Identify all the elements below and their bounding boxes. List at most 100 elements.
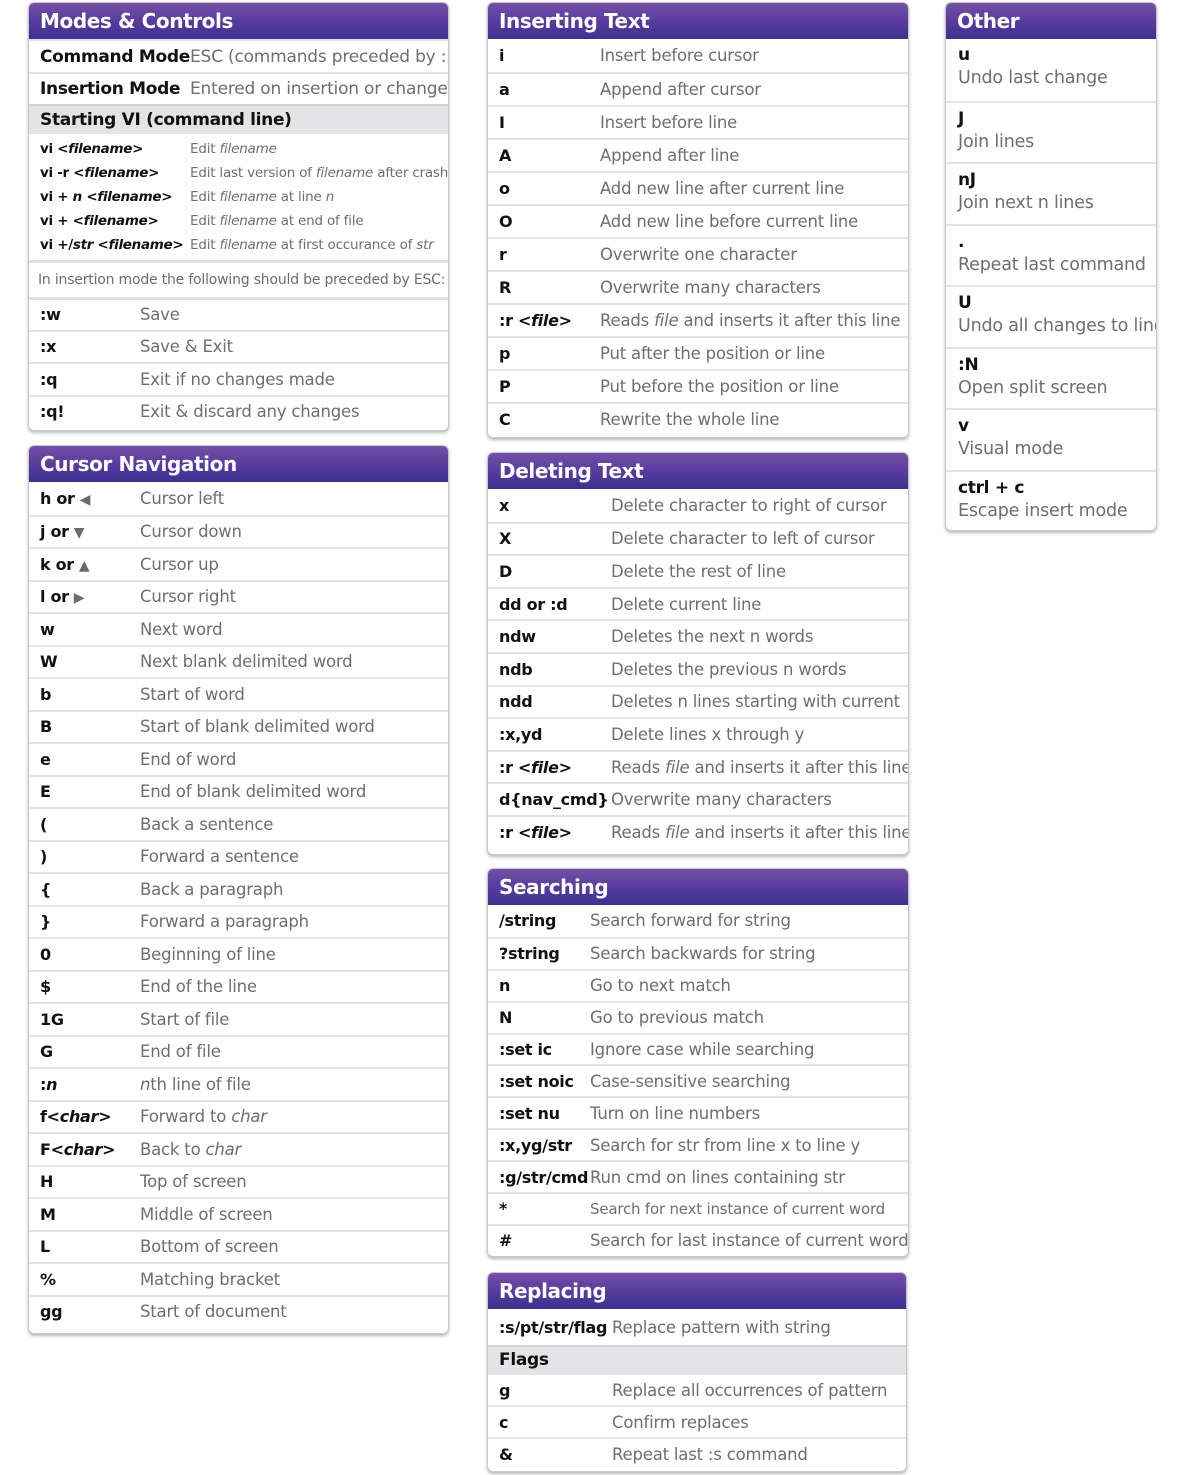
text-segment: > bbox=[132, 141, 144, 157]
text-segment: ) bbox=[40, 847, 48, 867]
text-segment: # bbox=[499, 1231, 513, 1251]
text-segment: > bbox=[558, 822, 572, 842]
text-segment: Insert before cursor bbox=[600, 46, 759, 65]
list-item: r Overwrite one character bbox=[488, 237, 908, 270]
text-segment: vi +/ bbox=[40, 237, 73, 253]
list-item: L Bottom of screen bbox=[29, 1229, 448, 1263]
text-segment: th line of file bbox=[150, 1074, 251, 1094]
text-segment: Rewrite the whole line bbox=[600, 410, 780, 429]
italic-text: filename bbox=[219, 141, 277, 157]
command-key: L bbox=[40, 1237, 140, 1256]
command-description: Delete the rest of line bbox=[611, 562, 786, 581]
list-item: k or ▲ Cursor up bbox=[29, 547, 448, 580]
text-segment: E bbox=[40, 782, 51, 802]
text-segment: Bottom of screen bbox=[140, 1237, 279, 1257]
text-segment: Edit bbox=[190, 189, 220, 205]
replace-main-list: :s/pt/str/flag Replace pattern with strin… bbox=[488, 1309, 906, 1345]
command-description: Middle of screen bbox=[140, 1205, 273, 1224]
command-key: U bbox=[958, 293, 1156, 313]
list-item: F<char> Back to char bbox=[29, 1132, 448, 1165]
text-segment: :r < bbox=[499, 822, 532, 842]
command-description: Append after cursor bbox=[600, 80, 761, 99]
text-segment: Top of screen bbox=[140, 1172, 247, 1192]
text-segment: Search backwards for string bbox=[590, 944, 816, 964]
list-item: h or ◀ Cursor left bbox=[29, 482, 448, 515]
command-key: k or ▲ bbox=[40, 555, 140, 574]
command-description: Add new line before current line bbox=[600, 212, 858, 231]
text-segment: Add new line after current line bbox=[600, 179, 845, 198]
text-segment: Turn on line numbers bbox=[590, 1103, 761, 1123]
command-description: Search for str from line x to line y bbox=[590, 1136, 860, 1155]
list-item: :r <file> Reads file and inserts it after… bbox=[488, 814, 908, 848]
text-segment: Search for last instance of current word bbox=[590, 1231, 909, 1251]
text-segment: ( bbox=[40, 814, 48, 834]
command-description: Cursor up bbox=[140, 555, 219, 574]
command-description: Exit & discard any changes bbox=[140, 402, 360, 422]
text-segment: :g/str/cmd bbox=[499, 1167, 589, 1187]
text-segment: vi < bbox=[40, 141, 69, 157]
text-segment: o bbox=[499, 179, 510, 198]
card-title: Deleting Text bbox=[488, 453, 908, 489]
list-item: ndb Deletes the previous n words bbox=[488, 651, 908, 685]
command-key: /string bbox=[499, 911, 590, 930]
command-description: Search backwards for string bbox=[590, 944, 816, 964]
command-key: 1G bbox=[40, 1010, 140, 1029]
command-key: vi + n <filename> bbox=[40, 189, 190, 205]
command-key: ?string bbox=[499, 944, 590, 963]
text-segment: vi + < bbox=[40, 213, 84, 229]
command-description: End of blank delimited word bbox=[140, 782, 366, 801]
command-description: Escape insert mode bbox=[958, 498, 1156, 524]
list-item: l or ▶ Cursor right bbox=[29, 579, 448, 613]
card-title: Replacing bbox=[488, 1273, 906, 1309]
text-segment: L bbox=[40, 1237, 50, 1257]
text-segment: w bbox=[40, 619, 55, 639]
list-item: R Overwrite many characters bbox=[488, 270, 908, 303]
text-segment: g bbox=[499, 1380, 511, 1400]
starting-vi-heading: Starting VI (command line) bbox=[29, 104, 448, 134]
command-description: Turn on line numbers bbox=[590, 1104, 760, 1123]
command-description: Insert before line bbox=[600, 113, 737, 132]
list-item: :n nth line of file bbox=[29, 1067, 448, 1100]
text-segment: a bbox=[499, 80, 510, 99]
command-description: Save & Exit bbox=[140, 337, 233, 357]
command-key: :w bbox=[40, 305, 61, 325]
text-segment: P bbox=[499, 377, 511, 396]
list-item: :s/pt/str/flag Replace pattern with strin… bbox=[488, 1309, 906, 1345]
inserting-text-card: Inserting Text i Insert before cursor a App… bbox=[487, 2, 909, 438]
list-item: J Join lines bbox=[946, 100, 1156, 163]
text-segment: > bbox=[558, 311, 572, 330]
command-key: # bbox=[499, 1231, 590, 1250]
text-segment: Forward a sentence bbox=[140, 847, 299, 867]
inserting-commands-list: i Insert before cursor a Append after curso… bbox=[488, 39, 908, 435]
text-segment: Confirm replaces bbox=[612, 1412, 749, 1432]
command-description: Confirm replaces bbox=[612, 1413, 749, 1432]
text-segment: Delete character to left of cursor bbox=[611, 529, 875, 549]
text-segment: b bbox=[40, 684, 52, 704]
italic-text: file bbox=[665, 822, 690, 842]
list-item: vi +/str <filename> Edit filename at firs… bbox=[29, 233, 448, 257]
command-description: Deletes n lines starting with current bbox=[611, 692, 900, 711]
text-segment: r bbox=[499, 245, 507, 264]
text-segment: C bbox=[499, 410, 511, 429]
command-key: N bbox=[499, 1008, 590, 1027]
command-description: Start of document bbox=[140, 1302, 287, 1321]
text-segment: Open split screen bbox=[958, 377, 1108, 398]
list-item: f<char> Forward to char bbox=[29, 1099, 448, 1133]
text-segment: :x,yg/str bbox=[499, 1135, 572, 1155]
text-segment: Next blank delimited word bbox=[140, 652, 353, 672]
italic-text: filename bbox=[97, 189, 162, 205]
text-segment: i bbox=[499, 46, 505, 65]
command-key: ) bbox=[40, 847, 140, 866]
list-item: } Forward a paragraph bbox=[29, 904, 448, 938]
italic-text: n bbox=[140, 1074, 151, 1094]
command-description: Edit last version of filename after cras… bbox=[190, 165, 448, 181]
command-key: % bbox=[40, 1270, 140, 1289]
command-description: Replace all occurrences of pattern bbox=[612, 1381, 887, 1400]
list-item: c Confirm replaces bbox=[488, 1405, 906, 1437]
command-description: Overwrite many characters bbox=[611, 790, 832, 809]
text-segment: Delete the rest of line bbox=[611, 561, 786, 581]
text-segment: Append after cursor bbox=[600, 80, 761, 99]
other-card: Other u Undo last change J Join lines nJ Join… bbox=[945, 2, 1157, 531]
list-item: :x Save & Exit bbox=[29, 329, 448, 363]
text-segment: Add new line before current line bbox=[600, 212, 859, 231]
